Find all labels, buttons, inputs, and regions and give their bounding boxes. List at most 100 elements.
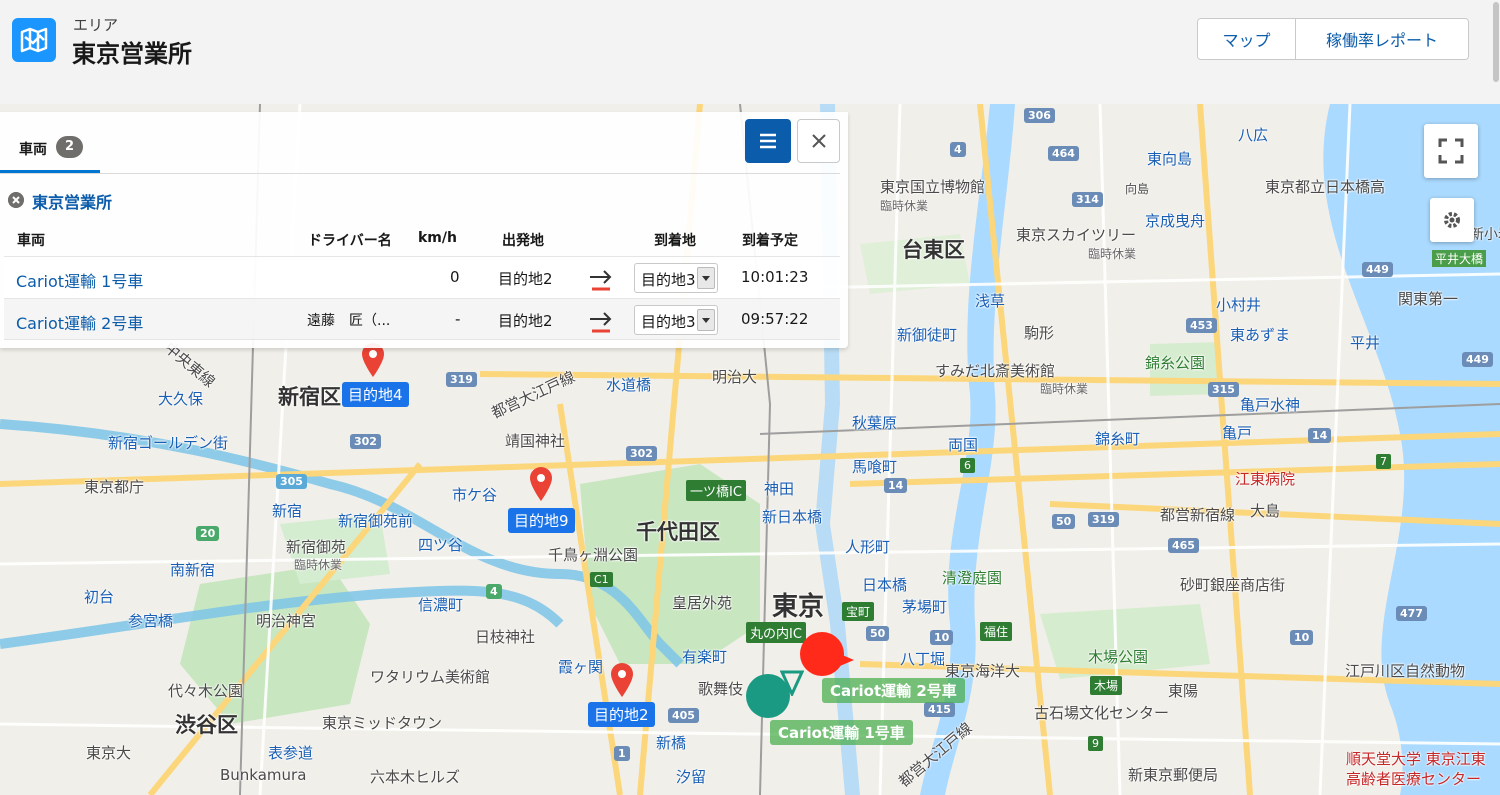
page-header: エリア 東京営業所 マップ 稼働率レポート bbox=[0, 0, 1500, 92]
table-row: Cariot運輸 2号車 遠藤 匠（... - 目的地2 目的地3 09:57:… bbox=[4, 298, 840, 340]
column-header-destination[interactable]: 到着地 bbox=[654, 230, 696, 250]
column-header-speed[interactable]: km/h bbox=[418, 230, 457, 246]
route-50-a: 50 bbox=[1052, 514, 1076, 529]
label-shinkoiwa: 新小岩 bbox=[1470, 227, 1500, 243]
vehicle-name-link[interactable]: Cariot運輸 2号車 bbox=[16, 310, 143, 334]
label-meiji-jingu: 明治神宮 bbox=[256, 612, 317, 630]
eta-value: 10:01:23 bbox=[741, 268, 809, 286]
clear-filter-icon[interactable] bbox=[8, 192, 24, 208]
route-14-b: 14 bbox=[884, 478, 908, 493]
route-50-b: 50 bbox=[866, 626, 890, 641]
fullscreen-icon bbox=[1438, 138, 1464, 164]
destination-select[interactable]: 目的地3 bbox=[634, 305, 718, 335]
utilization-report-button[interactable]: 稼働率レポート bbox=[1296, 19, 1468, 59]
vehicle-name-link[interactable]: Cariot運輸 1号車 bbox=[16, 268, 143, 292]
label-furuishiba: 古石場文化センター bbox=[1034, 704, 1170, 722]
filter-office-link[interactable]: 東京営業所 bbox=[32, 189, 112, 213]
label-sunamachi: 砂町銀座商店街 bbox=[1180, 576, 1286, 594]
label-higashi-mukojima: 東向島 bbox=[1147, 150, 1193, 168]
column-header-driver[interactable]: ドライバー名 bbox=[308, 230, 392, 250]
tab-vehicles[interactable]: 車両 2 bbox=[0, 112, 100, 174]
table-row: Cariot運輸 1号車 0 目的地2 目的地3 10:01:23 bbox=[4, 256, 840, 298]
destination-pin-9-icon[interactable] bbox=[528, 466, 554, 502]
origin-value: 目的地2 bbox=[498, 270, 553, 288]
label-taito-ward: 台東区 bbox=[902, 238, 965, 262]
destination-label-9[interactable]: 目的地9 bbox=[508, 508, 575, 533]
label-meiji-univ: 明治大 bbox=[712, 368, 758, 386]
label-kinshi-park: 錦糸公園 bbox=[1145, 354, 1206, 372]
vehicle-2-label[interactable]: Cariot運輸 2号車 bbox=[822, 678, 965, 703]
map-settings-button[interactable] bbox=[1430, 198, 1474, 242]
route-449-b: 449 bbox=[1462, 352, 1493, 367]
label-shinjuku-gyoen: 新宿御苑 bbox=[286, 538, 347, 556]
destination-select[interactable]: 目的地3 bbox=[634, 263, 718, 293]
route-319-b: 319 bbox=[446, 372, 477, 387]
fullscreen-button[interactable] bbox=[1424, 124, 1478, 178]
route-4: 4 bbox=[950, 142, 966, 157]
label-midtown: 東京ミッドタウン bbox=[322, 714, 443, 732]
label-keisei-hikifune: 京成曳舟 bbox=[1145, 212, 1206, 230]
label-hirai: 平井 bbox=[1350, 334, 1381, 352]
route-1: 1 bbox=[614, 746, 630, 761]
label-kabukiza: 歌舞伎 bbox=[698, 680, 744, 698]
label-juntendo: 順天堂大学 東京江東 bbox=[1346, 750, 1486, 768]
label-mukojima: 向島 bbox=[1125, 182, 1150, 196]
close-panel-button[interactable] bbox=[797, 119, 840, 163]
destination-label-4[interactable]: 目的地4 bbox=[342, 382, 409, 407]
vehicle-panel: 車両 2 東京営業所 車両 ドライバー名 km/h 出発地 到着地 到着予定 C… bbox=[0, 112, 848, 348]
label-ningyocho: 人形町 bbox=[845, 538, 891, 556]
route-449-a: 449 bbox=[1362, 262, 1393, 277]
label-chiyoda-ward: 千代田区 bbox=[636, 520, 720, 544]
label-bakurocho: 馬喰町 bbox=[852, 458, 898, 476]
label-kanto-daiichi: 関東第一 bbox=[1398, 290, 1459, 308]
column-header-eta[interactable]: 到着予定 bbox=[742, 230, 798, 250]
chevron-down-icon bbox=[697, 267, 715, 289]
route-arrow-icon bbox=[590, 270, 612, 291]
vehicle-1-heading-icon bbox=[780, 670, 804, 696]
label-national-museum-status: 臨時休業 bbox=[880, 199, 929, 213]
label-shinbashi: 新橋 bbox=[656, 734, 687, 752]
speed-value: 0 bbox=[450, 268, 460, 286]
label-shin-okachimachi: 新御徒町 bbox=[897, 326, 958, 344]
label-hatsudai: 初台 bbox=[84, 588, 115, 606]
label-okubo: 大久保 bbox=[158, 390, 204, 408]
route-7: 7 bbox=[1376, 454, 1391, 469]
destination-label-2[interactable]: 目的地2 bbox=[588, 702, 655, 727]
label-akihabara: 秋葉原 bbox=[852, 414, 898, 432]
label-shinjuku-gyoenmae: 新宿御苑前 bbox=[338, 512, 414, 530]
label-ryogoku: 両国 bbox=[948, 436, 979, 454]
label-hokusai-status: 臨時休業 bbox=[1040, 382, 1089, 396]
page-scrollbar-thumb[interactable] bbox=[1493, 2, 1499, 82]
vehicle-1-label[interactable]: Cariot運輸 1号車 bbox=[770, 720, 913, 745]
label-minami-shinjuku: 南新宿 bbox=[170, 561, 216, 579]
label-kiba-station: 木場 bbox=[1090, 676, 1123, 695]
label-asakusa: 浅草 bbox=[975, 292, 1006, 310]
route-405: 405 bbox=[668, 708, 699, 723]
label-shinjuku-station: 新宿 bbox=[272, 502, 303, 520]
destination-select-value: 目的地3 bbox=[641, 313, 696, 331]
label-komagata: 駒形 bbox=[1024, 324, 1055, 342]
label-kokyo-gaien: 皇居外苑 bbox=[672, 594, 733, 612]
column-header-vehicle[interactable]: 車両 bbox=[17, 230, 45, 250]
label-hatchobori: 八丁堀 bbox=[900, 650, 946, 668]
tab-divider bbox=[0, 173, 840, 174]
header-card: エリア 東京営業所 マップ 稼働率レポート bbox=[0, 0, 1492, 92]
label-marunouchi-ic: 丸の内IC bbox=[746, 622, 806, 643]
column-header-origin[interactable]: 出発地 bbox=[502, 230, 544, 250]
label-suidobashi: 水道橋 bbox=[606, 376, 652, 394]
label-kiyosumi-garden: 清澄庭園 bbox=[942, 569, 1003, 587]
label-shintokyo-post: 新東京郵便局 bbox=[1128, 766, 1219, 784]
route-14-a: 14 bbox=[1308, 428, 1332, 443]
destination-pin-2-icon[interactable] bbox=[609, 662, 635, 698]
route-305: 305 bbox=[276, 474, 307, 489]
label-hitotsubashi-ic: 一ツ橋IC bbox=[686, 480, 746, 501]
map-button[interactable]: マップ bbox=[1198, 19, 1296, 59]
label-kayabacho: 茅場町 bbox=[902, 598, 948, 616]
label-golden-gai: 新宿ゴールデン街 bbox=[108, 434, 229, 452]
label-nihonbashi: 日本橋 bbox=[862, 576, 908, 594]
route-c1: C1 bbox=[590, 572, 613, 587]
header-button-group: マップ 稼働率レポート bbox=[1197, 18, 1469, 60]
eta-value: 09:57:22 bbox=[741, 310, 809, 328]
list-menu-button[interactable] bbox=[745, 119, 791, 163]
label-sangubashi: 参宮橋 bbox=[128, 612, 174, 630]
